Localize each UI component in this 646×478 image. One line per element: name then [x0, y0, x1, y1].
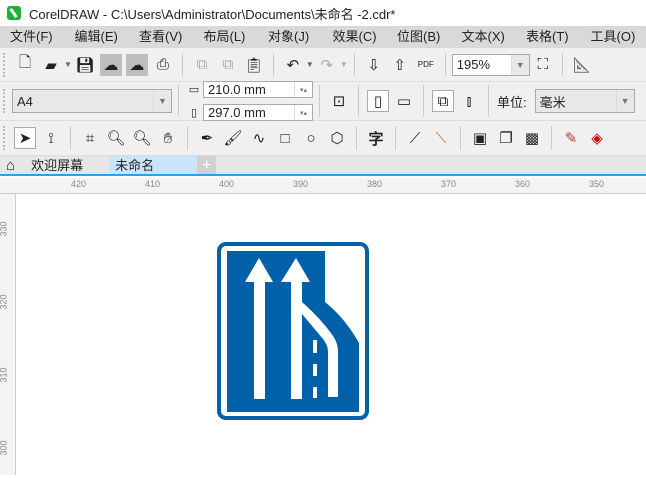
contour-tool-icon[interactable]: ▣ [469, 127, 491, 149]
portrait-icon[interactable]: ▯ [367, 90, 389, 112]
page-width-value: 210.0 mm [208, 82, 266, 97]
drop-shadow-tool-icon[interactable]: ❐ [495, 127, 517, 149]
dimension-tool-icon[interactable]: ⟋ [404, 127, 426, 149]
curve-tool-icon[interactable]: ∿ [248, 127, 270, 149]
ruler-label: 350 [589, 179, 605, 189]
export-pdf-icon[interactable]: PDF [415, 54, 437, 76]
home-icon[interactable]: ⌂ [0, 156, 21, 174]
eyedropper-tool-icon[interactable]: ✎ [560, 127, 582, 149]
save-icon[interactable]: 💾︎ [74, 54, 96, 76]
pen-tool-icon[interactable]: ✒ [196, 127, 218, 149]
transparency-tool-icon[interactable]: ▩ [521, 127, 543, 149]
horizontal-ruler[interactable]: 420 410 400 390 380 370 360 350 [0, 178, 646, 194]
menu-view[interactable]: 查看(V) [129, 26, 194, 48]
toolbox: ➤ ⟟ ⌗ 🔍︎ 🔍︎ ✋︎ ✒ 🖌︎ ∿ □ ○ ⬡ 字 ⟋ ⟍ ▣ ❐ ▩ … [0, 121, 646, 156]
add-tab-button[interactable]: + [197, 156, 217, 174]
ruler-label: 330 [0, 221, 9, 237]
toolbar-grip[interactable] [3, 52, 7, 77]
drawing-canvas[interactable] [17, 195, 646, 475]
crop-tool-icon[interactable]: ⌗ [79, 127, 101, 149]
polygon-tool-icon[interactable]: ⬡ [326, 127, 348, 149]
zoom-tool-icon[interactable]: 🔍︎ [105, 127, 127, 149]
page-height-value: 297.0 mm [208, 105, 266, 120]
menu-effects[interactable]: 效果(C) [323, 26, 388, 48]
undo-icon[interactable]: ↶ [282, 54, 304, 76]
pick-tool-icon[interactable]: ➤ [14, 127, 36, 149]
menu-bar: 文件(F) 编辑(E) 查看(V) 布局(L) 对象(J) 效果(C) 位图(B… [0, 26, 646, 48]
redo-icon[interactable]: ↷ [316, 54, 338, 76]
ruler-label: 360 [515, 179, 531, 189]
ruler-label: 380 [367, 179, 383, 189]
fill-tool-icon[interactable]: ◈ [586, 127, 608, 149]
page-size-value: A4 [17, 93, 33, 109]
zoom-level-value: 195% [456, 57, 491, 72]
property-bar: A4 ▼ ▭ 210.0 mm ▾▴ ▯ 297.0 mm ▾▴ ⊡ ▯ ▭ ⧉ ⫾ 单位… [0, 81, 646, 121]
menu-tools[interactable]: 工具(O) [581, 26, 646, 48]
ruler-label: 320 [0, 294, 9, 310]
shape-tool-icon[interactable]: ⟟ [40, 127, 62, 149]
menu-table[interactable]: 表格(T) [516, 26, 581, 48]
all-pages-icon[interactable]: ⧉ [432, 90, 454, 112]
import-icon[interactable]: ⇩ [363, 54, 385, 76]
ruler-label: 370 [441, 179, 457, 189]
page-width-input[interactable]: 210.0 mm ▾▴ [203, 81, 313, 98]
menu-edit[interactable]: 编辑(E) [65, 26, 130, 48]
menu-layout[interactable]: 布局(L) [194, 26, 259, 48]
text-tool-icon[interactable]: 字 [365, 127, 387, 149]
unit-select[interactable]: 毫米 ▼ [534, 89, 635, 113]
menu-object[interactable]: 对象(J) [258, 26, 323, 48]
menu-bitmaps[interactable]: 位图(B) [387, 26, 452, 48]
brush-tool-icon[interactable]: 🖌︎ [222, 127, 244, 149]
menu-file[interactable]: 文件(F) [0, 26, 65, 48]
ruler-label: 400 [219, 179, 235, 189]
full-screen-icon[interactable]: ⛶ [532, 54, 554, 76]
lane-reduction-sign[interactable] [17, 195, 646, 475]
new-document-icon[interactable]: 🗋 [14, 54, 36, 76]
coreldraw-logo-icon [7, 6, 21, 20]
cloud-upload-icon[interactable]: ☁ [125, 53, 148, 76]
ruler-label: 300 [0, 440, 9, 456]
tab-welcome-screen[interactable]: 欢迎屏幕 [21, 156, 109, 174]
copy-icon[interactable]: ⧉ [217, 54, 239, 76]
ruler-label: 310 [0, 367, 9, 383]
cloud-download-icon[interactable]: ☁ [99, 53, 122, 76]
current-page-icon[interactable]: ⫾ [458, 90, 480, 112]
ruler-label: 390 [293, 179, 309, 189]
window-title: CorelDRAW - C:\Users\Administrator\Docum… [29, 6, 396, 22]
page-size-select[interactable]: A4 ▼ [12, 89, 172, 113]
standard-toolbar: 🗋 ▰ ▼ 💾︎ ☁ ☁ ⎙ ⧉ ⧉ 📋︎ ↶ ▼ ↷ ▼ ⇩ ⇧ PDF 195% ▼… [0, 48, 646, 82]
landscape-icon[interactable]: ▭ [393, 90, 415, 112]
document-tabs: ⌂ 欢迎屏幕 未命名 -2.cdr* + [0, 156, 646, 193]
rectangle-tool-icon[interactable]: □ [274, 127, 296, 149]
unit-value: 毫米 [539, 94, 566, 110]
toolbar-grip[interactable] [3, 89, 7, 113]
pan-tool-icon[interactable]: ✋︎ [157, 127, 179, 149]
page-width-icon: ▭ [188, 84, 200, 96]
title-bar: CorelDRAW - C:\Users\Administrator\Docum… [0, 0, 646, 26]
ruler-label: 420 [71, 179, 87, 189]
page-height-input[interactable]: 297.0 mm ▾▴ [203, 104, 313, 121]
paste-icon[interactable]: 📋︎ [243, 54, 265, 76]
ruler-label: 410 [145, 179, 161, 189]
connector-tool-icon[interactable]: ⟍ [430, 127, 452, 149]
page-options-icon[interactable]: ⊡ [328, 90, 350, 112]
menu-text[interactable]: 文本(X) [452, 26, 517, 48]
export-icon[interactable]: ⇧ [389, 54, 411, 76]
open-folder-icon[interactable]: ▰ [40, 54, 62, 76]
cut-icon[interactable]: ⧉ [191, 54, 213, 76]
print-icon[interactable]: ⎙ [152, 54, 174, 76]
zoom-level-select[interactable]: 195% ▼ [451, 53, 530, 76]
unit-label: 单位: [497, 94, 527, 110]
toolbar-grip[interactable] [3, 126, 7, 150]
rulers-icon[interactable]: 📐︎ [571, 54, 593, 76]
ellipse-tool-icon[interactable]: ○ [300, 127, 322, 149]
vertical-ruler[interactable]: 330 320 310 300 [0, 194, 16, 475]
zoom-out-icon[interactable]: 🔍︎ [131, 127, 153, 149]
tab-document[interactable]: 未命名 -2.cdr* [109, 156, 198, 193]
